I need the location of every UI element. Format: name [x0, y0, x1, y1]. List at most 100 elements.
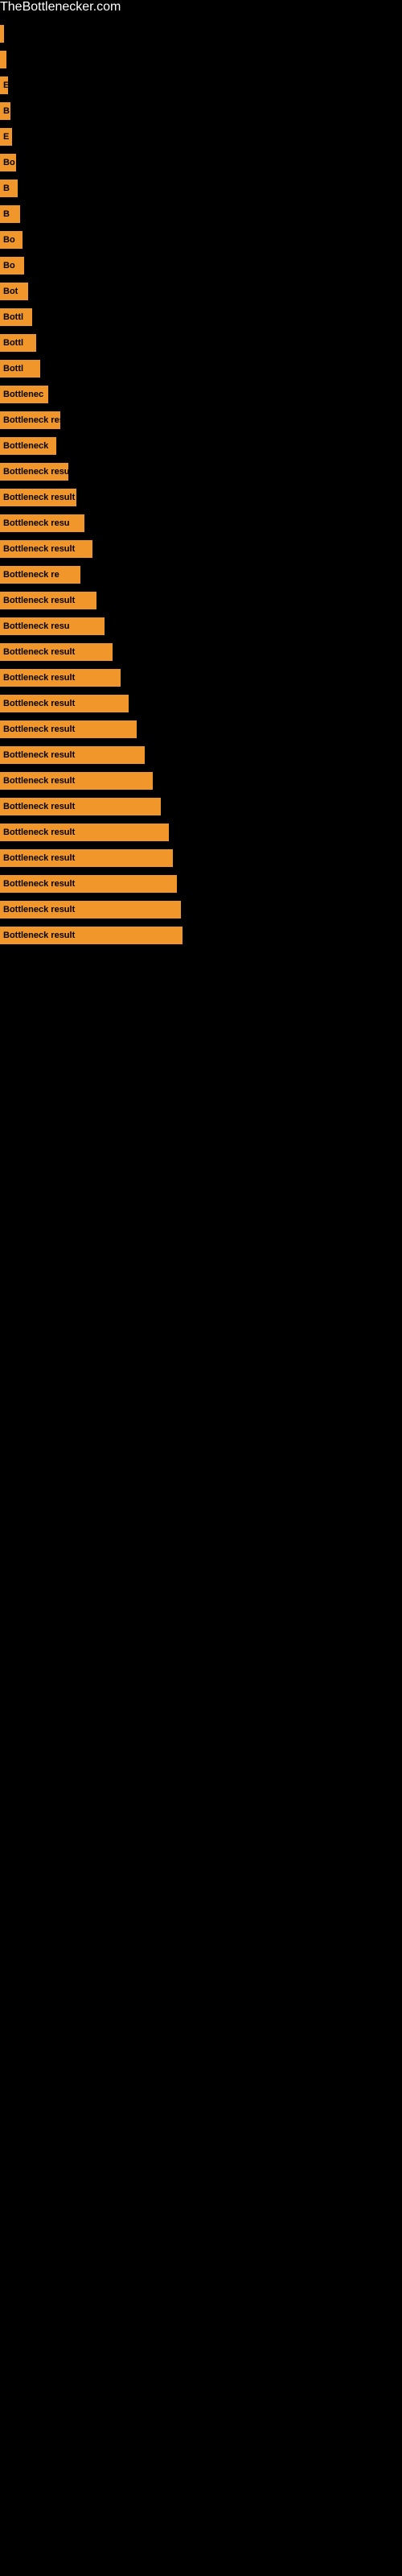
- bar-row: Bottleneck: [0, 435, 402, 457]
- bar: Bo: [0, 231, 23, 249]
- bar-row: Bottleneck resu: [0, 460, 402, 483]
- bar-label: Bottleneck resu: [3, 621, 70, 631]
- bar: Bo: [0, 154, 16, 171]
- bar-row: Bottleneck resu: [0, 512, 402, 535]
- bar: Bottlenec: [0, 386, 48, 403]
- bar: Bottleneck resu: [0, 514, 84, 532]
- bar-label: Bo: [3, 235, 15, 245]
- bar-label: Bo: [3, 158, 15, 167]
- bar-row: Bottleneck result: [0, 795, 402, 818]
- bar-row: Bottleneck result: [0, 718, 402, 741]
- bar: Bottleneck res: [0, 411, 60, 429]
- bar-label: B: [3, 106, 10, 116]
- bar-row: Bo: [0, 151, 402, 174]
- site-title: TheBottlenecker.com: [0, 0, 402, 14]
- bar-row: Bottl: [0, 332, 402, 354]
- bar: Bottleneck result: [0, 489, 76, 506]
- bar: Bottleneck result: [0, 720, 137, 738]
- bar-label: Bottlenec: [3, 390, 43, 399]
- bar-row: Bottleneck resu: [0, 615, 402, 638]
- bar-row: Bot: [0, 280, 402, 303]
- bar-row: [0, 48, 402, 71]
- bar: Bottleneck: [0, 437, 56, 455]
- bar: B: [0, 205, 20, 223]
- bar-row: Bottleneck result: [0, 641, 402, 663]
- bar-label: Bottleneck result: [3, 750, 75, 760]
- bar-label: Bottleneck resu: [3, 467, 68, 477]
- bar-label: B: [3, 209, 10, 219]
- bar-row: B: [0, 203, 402, 225]
- bar-row: B: [0, 100, 402, 122]
- bar-label: B: [3, 184, 10, 193]
- bar-row: Bo: [0, 229, 402, 251]
- bar-row: Bottleneck result: [0, 486, 402, 509]
- bar: Bo: [0, 257, 24, 275]
- bar: Bot: [0, 283, 28, 300]
- bar-row: Bottleneck result: [0, 692, 402, 715]
- bar-label: Bottleneck result: [3, 596, 75, 605]
- bar-label: Bottleneck res: [3, 415, 60, 425]
- bar-label: Bottleneck result: [3, 776, 75, 786]
- bar-row: [0, 23, 402, 45]
- bar: Bottleneck result: [0, 901, 181, 919]
- bar-label: Bottleneck resu: [3, 518, 70, 528]
- bar-label: Bottleneck result: [3, 931, 75, 940]
- bar-label: Bottleneck result: [3, 493, 75, 502]
- bar: B: [0, 102, 10, 120]
- bar: Bottl: [0, 334, 36, 352]
- bar-label: Bottl: [3, 312, 23, 322]
- bar-label: Bottleneck result: [3, 853, 75, 863]
- bar-row: Bottleneck result: [0, 770, 402, 792]
- bar: Bottleneck result: [0, 643, 113, 661]
- bar-label: Bottleneck result: [3, 647, 75, 657]
- bar: Bottleneck resu: [0, 463, 68, 481]
- bar-row: Bo: [0, 254, 402, 277]
- bar-row: Bottl: [0, 306, 402, 328]
- bar: Bottleneck result: [0, 798, 161, 815]
- bar-label: Bottleneck result: [3, 724, 75, 734]
- bar: Bottl: [0, 360, 40, 378]
- bar: Bottleneck result: [0, 592, 96, 609]
- bar: [0, 51, 6, 68]
- bar-row: Bottleneck result: [0, 873, 402, 895]
- bar-label: Bottleneck result: [3, 699, 75, 708]
- bar: Bottleneck result: [0, 772, 153, 790]
- bar: [0, 25, 4, 43]
- bar-label: Bottleneck: [3, 441, 48, 451]
- bar-row: Bottl: [0, 357, 402, 380]
- bar-row: Bottleneck result: [0, 821, 402, 844]
- bar-label: Bottl: [3, 338, 23, 348]
- bar: Bottleneck re: [0, 566, 80, 584]
- bar-row: Bottleneck result: [0, 589, 402, 612]
- bar: Bottleneck result: [0, 540, 92, 558]
- bar-row: Bottlenec: [0, 383, 402, 406]
- bar-label: Bottleneck result: [3, 673, 75, 683]
- bar-label: Bot: [3, 287, 18, 296]
- bar-label: E: [3, 132, 9, 142]
- bar: Bottl: [0, 308, 32, 326]
- bar-row: Bottleneck result: [0, 667, 402, 689]
- bar-row: E: [0, 74, 402, 97]
- bar-row: Bottleneck result: [0, 538, 402, 560]
- bar-label: Bottleneck result: [3, 905, 75, 914]
- bar-label: Bottleneck result: [3, 802, 75, 811]
- bar-row: Bottleneck res: [0, 409, 402, 431]
- bar: Bottleneck result: [0, 746, 145, 764]
- bar: Bottleneck result: [0, 927, 183, 944]
- bars-container: E B E Bo B B Bo Bo Bot Bottl Bottl Bottl Bottlenec Bo…: [0, 14, 402, 958]
- bar: Bottleneck result: [0, 875, 177, 893]
- bar: Bottleneck result: [0, 824, 169, 841]
- bar-row: Bottleneck result: [0, 744, 402, 766]
- bar-label: Bottleneck result: [3, 544, 75, 554]
- bar-label: Bottleneck result: [3, 879, 75, 889]
- bar-label: Bo: [3, 261, 15, 270]
- bar: E: [0, 76, 8, 94]
- bar-row: Bottleneck re: [0, 564, 402, 586]
- bar-label: Bottleneck result: [3, 828, 75, 837]
- bar-row: Bottleneck result: [0, 924, 402, 947]
- bar-row: Bottleneck result: [0, 898, 402, 921]
- bar-label: Bottl: [3, 364, 23, 374]
- bar-row: B: [0, 177, 402, 200]
- bar: Bottleneck result: [0, 695, 129, 712]
- bar: Bottleneck result: [0, 669, 121, 687]
